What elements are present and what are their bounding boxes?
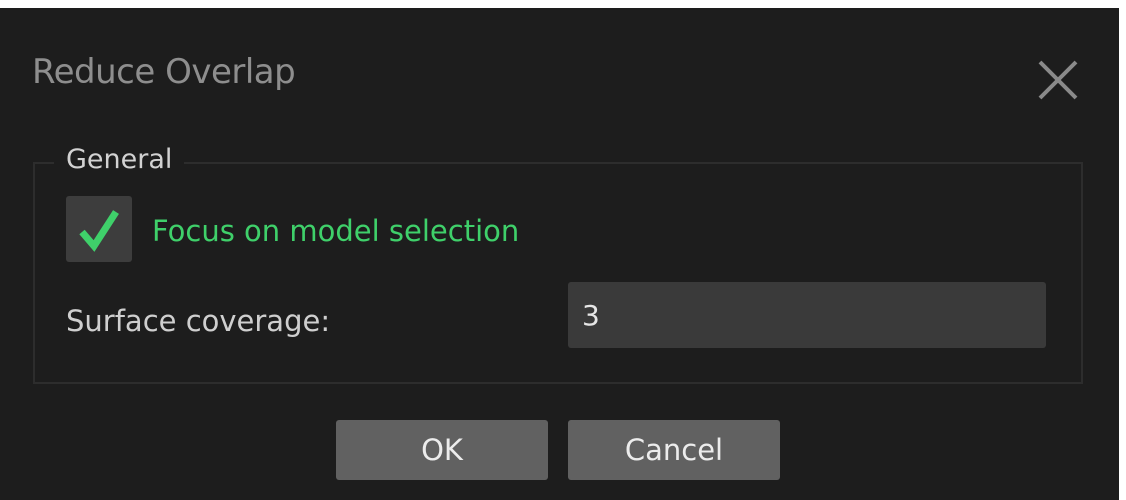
surface-coverage-label: Surface coverage: [66, 304, 331, 338]
focus-selection-checkbox[interactable] [66, 196, 132, 262]
close-icon [1030, 52, 1086, 108]
cancel-button[interactable]: Cancel [568, 420, 780, 480]
checkmark-icon [66, 196, 132, 262]
general-group [33, 162, 1083, 384]
ok-button[interactable]: OK [336, 420, 548, 480]
dialog-title: Reduce Overlap [32, 52, 296, 92]
group-legend: General [54, 140, 185, 180]
focus-selection-label[interactable]: Focus on model selection [152, 211, 519, 251]
close-button[interactable] [1030, 52, 1086, 108]
surface-coverage-input[interactable] [568, 282, 1046, 348]
